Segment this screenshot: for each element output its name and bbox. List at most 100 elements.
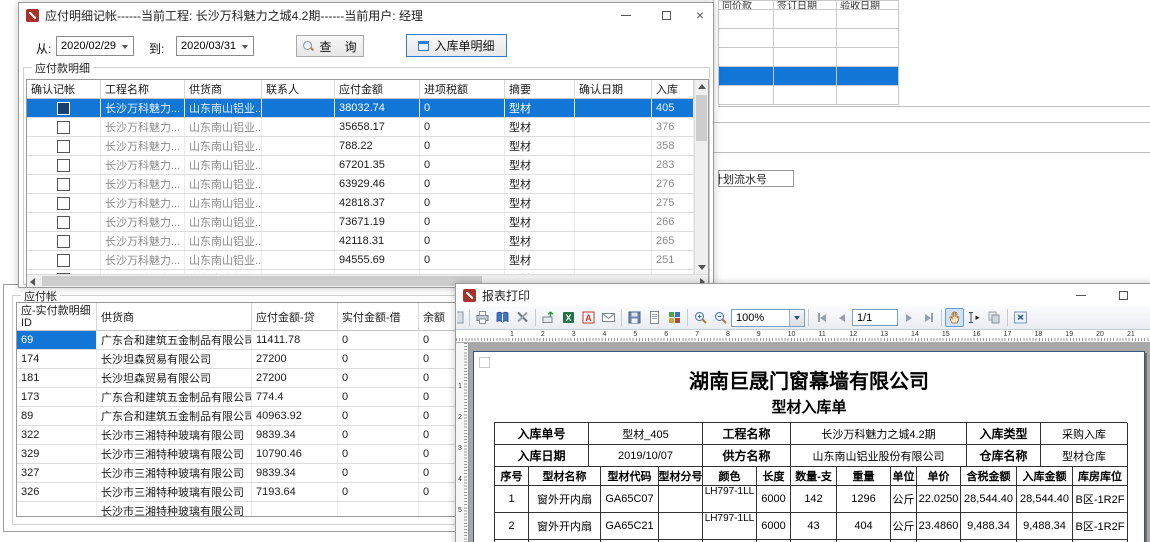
print-icon[interactable] bbox=[473, 308, 492, 327]
table-row[interactable]: 174长沙坦森贸易有限公司2720000 bbox=[17, 350, 458, 369]
chevron-down-icon[interactable] bbox=[242, 45, 248, 49]
table-row[interactable]: 长沙市三湘特种玻璃有限公司 bbox=[17, 502, 458, 516]
from-date-combo[interactable]: 2020/02/29 bbox=[56, 36, 134, 56]
table-row[interactable] bbox=[719, 29, 899, 48]
table-row[interactable]: 长沙万科魅力...山东南山铝业...73671.190型材266 bbox=[27, 213, 694, 232]
column-header[interactable]: 供货商 bbox=[97, 303, 252, 331]
checkbox[interactable] bbox=[57, 235, 70, 248]
excel-export-icon[interactable]: X bbox=[559, 308, 578, 327]
checkbox[interactable] bbox=[57, 216, 70, 229]
hand-tool-icon[interactable] bbox=[945, 308, 964, 327]
zoom-in-icon[interactable] bbox=[691, 308, 710, 327]
table-row[interactable] bbox=[719, 86, 899, 105]
tools-icon[interactable] bbox=[513, 308, 532, 327]
to-date-combo[interactable]: 2020/03/31 bbox=[176, 36, 254, 56]
scroll-left-icon[interactable] bbox=[30, 278, 35, 286]
maximize-button[interactable] bbox=[1106, 284, 1140, 306]
table-row[interactable]: 长沙万科魅力...山东南山铝业...94555.690型材251 bbox=[27, 251, 694, 270]
query-button[interactable]: 查 询 bbox=[296, 35, 364, 57]
column-header[interactable]: 实付金额-借 bbox=[338, 303, 419, 331]
column-header[interactable]: 确认记帐 bbox=[27, 80, 101, 98]
checkbox[interactable] bbox=[57, 178, 70, 191]
first-page-icon[interactable] bbox=[812, 308, 831, 327]
checkbox[interactable] bbox=[57, 121, 70, 134]
table-row[interactable]: 181长沙坦森贸易有限公司2720000 bbox=[17, 369, 458, 388]
column-header[interactable]: 确认日期 bbox=[575, 80, 652, 98]
scroll-up-icon[interactable] bbox=[698, 84, 706, 89]
table-row[interactable] bbox=[719, 48, 899, 67]
export-icon[interactable] bbox=[539, 308, 558, 327]
column-header[interactable]: 联系人 bbox=[262, 80, 335, 98]
table-row[interactable]: 长沙万科魅力...山东南山铝业...67201.350型材283 bbox=[27, 156, 694, 175]
table-row[interactable]: 长沙万科魅力...山东南山铝业...788.220型材358 bbox=[27, 137, 694, 156]
table-row[interactable]: 89广东合和建筑五金制品有限公司40963.9200 bbox=[17, 407, 458, 426]
confirm-cell[interactable] bbox=[27, 251, 101, 269]
cell-contact bbox=[262, 156, 335, 174]
table-row[interactable]: 长沙万科魅力...山东南山铝业...42118.310型材265 bbox=[27, 232, 694, 251]
zoom-out-icon[interactable] bbox=[711, 308, 730, 327]
confirm-cell[interactable] bbox=[27, 213, 101, 231]
confirm-cell[interactable] bbox=[27, 175, 101, 193]
save-icon[interactable] bbox=[625, 308, 644, 327]
table-row[interactable]: 长沙万科魅力...山东南山铝业...38032.740型材405 bbox=[27, 99, 694, 118]
last-page-icon[interactable] bbox=[919, 308, 938, 327]
scroll-down-icon[interactable] bbox=[698, 265, 706, 270]
chevron-down-icon[interactable] bbox=[789, 310, 804, 326]
confirm-cell[interactable] bbox=[27, 118, 101, 136]
checkbox[interactable] bbox=[57, 140, 70, 153]
maximize-button[interactable] bbox=[649, 3, 683, 27]
checkbox[interactable] bbox=[57, 102, 70, 115]
vertical-scrollbar[interactable] bbox=[694, 80, 708, 274]
checkbox[interactable] bbox=[57, 159, 70, 172]
media-icon[interactable] bbox=[665, 308, 684, 327]
column-header[interactable]: 应付金额-贷 bbox=[252, 303, 338, 331]
page-setup-icon[interactable] bbox=[645, 308, 664, 327]
checkbox[interactable] bbox=[57, 254, 70, 267]
column-header[interactable]: 工程名称 bbox=[101, 80, 185, 98]
table-row[interactable]: 长沙万科魅力...山东南山铝业...63929.460型材276 bbox=[27, 175, 694, 194]
confirm-cell[interactable] bbox=[27, 194, 101, 212]
table-row[interactable]: 长沙万科魅力...山东南山铝业...42818.370型材275 bbox=[27, 194, 694, 213]
close-preview-icon[interactable] bbox=[1011, 308, 1030, 327]
column-header[interactable]: 摘要 bbox=[505, 80, 575, 98]
close-button[interactable]: × bbox=[1142, 284, 1150, 306]
table-row[interactable] bbox=[719, 10, 899, 29]
next-page-icon[interactable] bbox=[899, 308, 918, 327]
confirm-cell[interactable] bbox=[27, 156, 101, 174]
minimize-button[interactable] bbox=[1064, 284, 1098, 306]
inbound-detail-button[interactable]: 入库单明细 bbox=[406, 34, 507, 57]
zoom-level-combo[interactable]: 100% bbox=[731, 309, 805, 327]
book-icon[interactable] bbox=[493, 308, 512, 327]
pdf-export-icon[interactable]: A bbox=[579, 308, 598, 327]
close-button[interactable]: × bbox=[683, 3, 717, 27]
column-header[interactable]: 余额 bbox=[419, 303, 459, 331]
table-row[interactable]: 329长沙市三湘特种玻璃有限公司10790.4600 bbox=[17, 445, 458, 464]
table-row[interactable]: 322长沙市三湘特种玻璃有限公司9839.3400 bbox=[17, 426, 458, 445]
report-titlebar[interactable]: 报表打印 bbox=[456, 284, 1150, 306]
mail-icon[interactable] bbox=[599, 308, 618, 327]
table-row[interactable]: 长沙万科魅力...山东南山铝业...35658.170型材376 bbox=[27, 118, 694, 137]
prev-page-icon[interactable] bbox=[832, 308, 851, 327]
scrollbar-thumb[interactable] bbox=[42, 276, 482, 286]
table-row[interactable] bbox=[719, 67, 899, 86]
column-header[interactable]: 进项税额 bbox=[420, 80, 505, 98]
column-header[interactable]: 应-实付款明细ID bbox=[17, 303, 97, 331]
sidebar-toggle-icon[interactable] bbox=[457, 308, 466, 327]
column-header[interactable]: 入库 bbox=[652, 80, 694, 98]
table-row[interactable]: 327长沙市三湘特种玻璃有限公司9839.3400 bbox=[17, 464, 458, 483]
table-row[interactable]: 69广东合和建筑五金制品有限公司11411.7800 bbox=[17, 331, 458, 350]
chevron-down-icon[interactable] bbox=[122, 45, 128, 49]
text-select-icon[interactable] bbox=[965, 308, 984, 327]
column-header[interactable]: 应付金额 bbox=[335, 80, 420, 98]
confirm-cell[interactable] bbox=[27, 232, 101, 250]
minimize-button[interactable] bbox=[609, 3, 643, 27]
page-number-input[interactable]: 1/1 bbox=[852, 309, 898, 326]
copy-icon[interactable] bbox=[985, 308, 1004, 327]
table-row[interactable]: 326长沙市三湘特种玻璃有限公司7193.6400 bbox=[17, 483, 458, 502]
column-header[interactable]: 供货商 bbox=[185, 80, 262, 98]
checkbox[interactable] bbox=[57, 197, 70, 210]
confirm-cell[interactable] bbox=[27, 99, 101, 117]
scrollbar-thumb[interactable] bbox=[696, 95, 707, 141]
table-row[interactable]: 173广东合和建筑五金制品有限公司774.400 bbox=[17, 388, 458, 407]
confirm-cell[interactable] bbox=[27, 137, 101, 155]
